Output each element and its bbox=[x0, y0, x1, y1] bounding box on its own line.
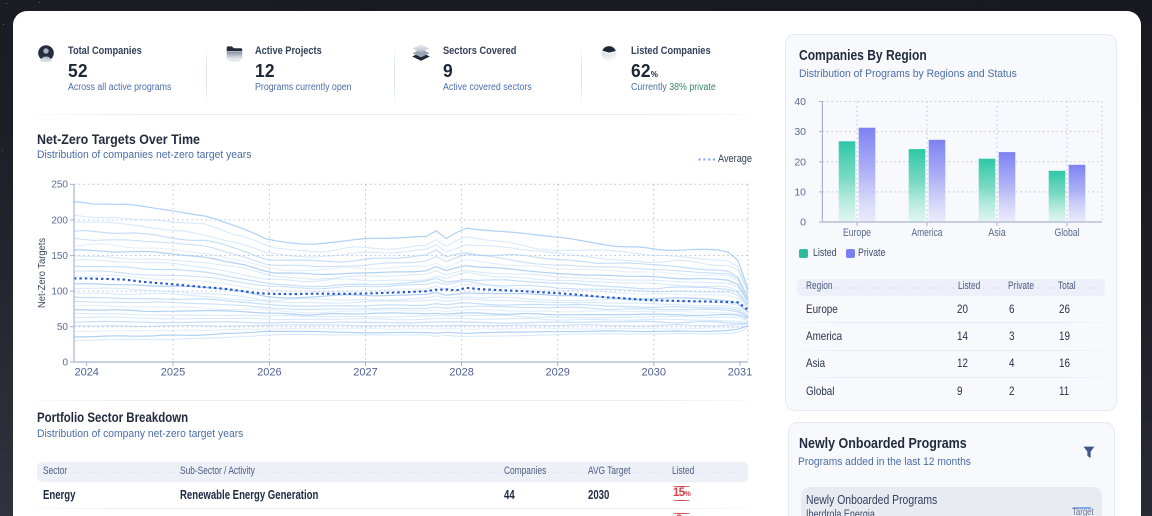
svg-text:2025: 2025 bbox=[161, 367, 185, 379]
svg-text:10: 10 bbox=[794, 186, 806, 198]
svg-text:30: 30 bbox=[794, 126, 806, 138]
svg-text:2029: 2029 bbox=[545, 367, 569, 379]
svg-text:150: 150 bbox=[51, 251, 68, 262]
svg-text:Asia: Asia bbox=[988, 227, 1006, 239]
svg-text:0: 0 bbox=[62, 357, 68, 368]
svg-text:20: 20 bbox=[794, 156, 806, 168]
svg-text:2026: 2026 bbox=[257, 367, 281, 379]
svg-text:40: 40 bbox=[794, 96, 806, 108]
svg-text:0: 0 bbox=[800, 217, 806, 229]
svg-text:100: 100 bbox=[51, 287, 68, 298]
svg-text:Net-Zero Targets: Net-Zero Targets bbox=[37, 238, 48, 308]
svg-text:2030: 2030 bbox=[642, 367, 666, 379]
svg-text:2031: 2031 bbox=[728, 367, 752, 379]
svg-text:50: 50 bbox=[57, 322, 69, 333]
svg-text:200: 200 bbox=[51, 215, 68, 226]
svg-text:250: 250 bbox=[51, 180, 68, 191]
svg-text:America: America bbox=[912, 227, 944, 239]
svg-text:2027: 2027 bbox=[353, 367, 377, 379]
svg-text:2028: 2028 bbox=[449, 367, 473, 379]
svg-text:2024: 2024 bbox=[74, 367, 98, 379]
svg-text:Europe: Europe bbox=[843, 227, 871, 239]
svg-text:Global: Global bbox=[1055, 227, 1080, 239]
